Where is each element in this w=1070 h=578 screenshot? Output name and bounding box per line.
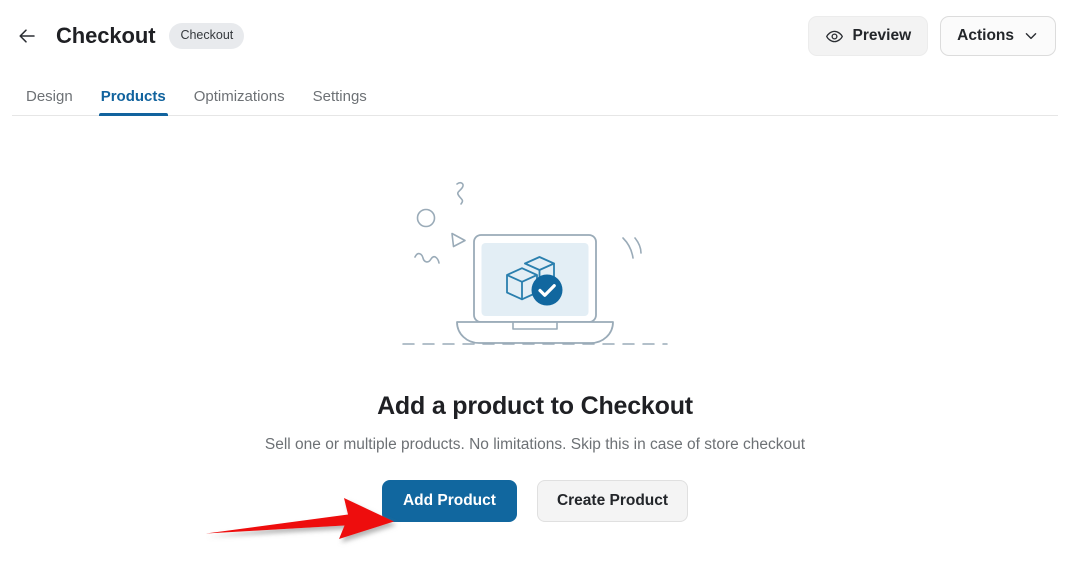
empty-state-actions: Add Product Create Product (381, 480, 689, 522)
tab-products[interactable]: Products (87, 88, 180, 116)
arrow-left-icon (19, 29, 35, 43)
empty-state-title: Add a product to Checkout (377, 392, 693, 420)
eye-icon (825, 30, 843, 42)
tab-bar: Design Products Optimizations Settings (0, 72, 1070, 116)
tab-settings[interactable]: Settings (299, 88, 381, 116)
page-header: Checkout Checkout Preview Actions (0, 0, 1070, 72)
chevron-down-icon (1025, 33, 1037, 40)
laptop-with-product-box-check-illustration (402, 181, 668, 345)
tab-optimizations[interactable]: Optimizations (180, 88, 299, 116)
actions-button-label: Actions (957, 27, 1014, 44)
empty-state-subtitle: Sell one or multiple products. No limita… (264, 436, 806, 453)
page-title: Checkout (56, 23, 156, 48)
back-button[interactable] (12, 21, 42, 51)
create-product-button[interactable]: Create Product (536, 480, 689, 522)
actions-button[interactable]: Actions (940, 16, 1056, 56)
empty-state: Add a product to Checkout Sell one or mu… (0, 116, 1070, 522)
header-left-group: Checkout Checkout (12, 21, 245, 51)
header-actions-group: Preview Actions (807, 16, 1056, 56)
preview-button-label: Preview (852, 27, 912, 44)
preview-button[interactable]: Preview (807, 16, 929, 56)
status-badge: Checkout (169, 23, 245, 49)
tab-design[interactable]: Design (12, 88, 87, 116)
add-product-button[interactable]: Add Product (381, 480, 517, 522)
